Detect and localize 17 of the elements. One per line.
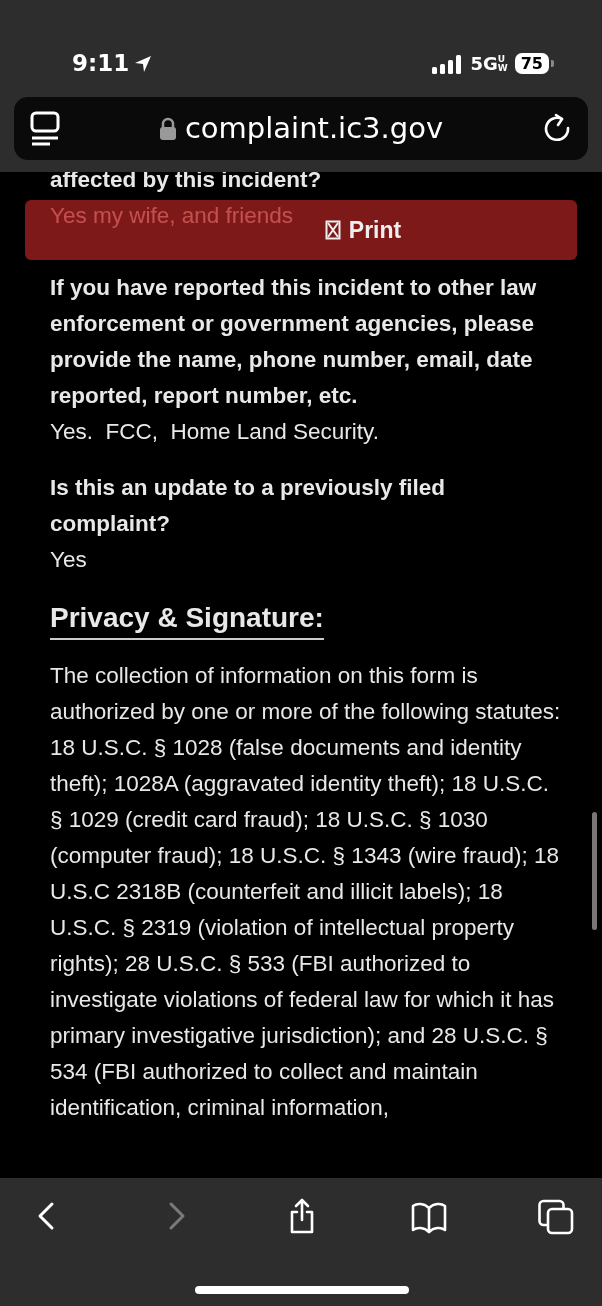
lock-icon	[158, 116, 177, 141]
answer-text: Yes. FCC, Home Land Security.	[50, 418, 380, 446]
battery-indicator: 75	[514, 53, 554, 74]
question-text: Is this an update to a previously filed complaint?	[50, 474, 447, 538]
signal-icon	[432, 53, 463, 74]
page-menu-icon[interactable]	[30, 110, 60, 147]
privacy-paragraph: The collection of information on this form is authorized by one or more of the following statutes: 18 U.S.C. § 1028 (false documents and identity theft); 1028A (aggravated identity theft); 18 U.S.C. § 1029 (credit card fraud); 18 U.S.C. § 1030 (computer fraud); 18 U.S.C. § 1343 (wire fraud); 18 U.S.C 2318B (counterfeit and illicit labels); 18 U.S.C. § 2319 (violation of intellectual property rights); 28 U.S.C. § 533 (FBI authorized to investigate violations of federal law for which it has primary investigative jurisdiction); and 28 U.S.C. § 534 (FBI authorized to collect and maintain identification, criminal information,	[50, 662, 562, 1122]
network-type-label: UW	[497, 54, 507, 73]
section-heading: Privacy & Signature:	[50, 598, 324, 640]
network-type: 5G	[470, 52, 498, 76]
location-arrow-icon	[133, 53, 154, 74]
answer-text: Yes my wife, and friends	[50, 202, 294, 230]
crossed-box-icon	[324, 220, 341, 240]
answer-text: Yes	[50, 546, 88, 574]
tabs-icon[interactable]	[538, 1198, 574, 1235]
question-text: If you have reported this incident to other law enforcement or government agencies, please provide the name, phone number, email, date reported, report number, etc.	[50, 274, 538, 410]
status-time: 9:11	[72, 49, 130, 79]
